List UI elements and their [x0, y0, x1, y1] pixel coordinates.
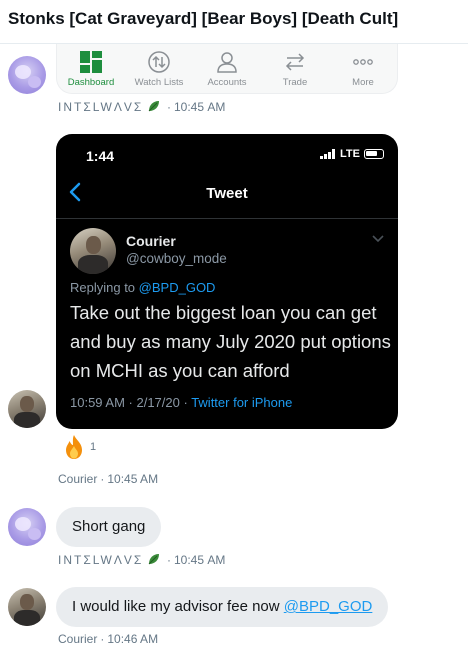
nav-dashboard: Dashboard [57, 50, 125, 88]
message-text: Short gang [72, 518, 146, 535]
reply-prefix: Replying to [70, 280, 136, 295]
nav-trade: Trade [261, 50, 329, 88]
reaction-count: 1 [90, 441, 97, 453]
nav-label: Trade [282, 77, 308, 88]
sender-name[interactable]: Courier [58, 632, 97, 646]
conversation-title: Stonks [Cat Graveyard] [Bear Boys] [Deat… [8, 9, 399, 28]
message-bubble[interactable]: Short gang [56, 507, 162, 547]
image-attachment[interactable]: Dashboard Watch Lists Accounts Trade Mor… [56, 44, 398, 94]
tweet-author-name: Courier [126, 233, 176, 249]
nav-more: More [329, 50, 397, 88]
tweet-timestamp: 10:59 AM · 2/17/20 · [70, 395, 188, 410]
message-time: 10:45 AM [173, 553, 226, 567]
leaf-icon [148, 101, 159, 112]
avatar[interactable] [8, 588, 46, 626]
status-time: 1:44 [86, 148, 115, 164]
status-bar: LTE [320, 148, 384, 160]
message-time: 10:46 AM [107, 632, 159, 646]
network-label: LTE [340, 148, 360, 160]
avatar[interactable] [8, 390, 46, 428]
tweet-author-handle: @cowboy_mode [126, 251, 227, 266]
message-time: 10:45 AM [107, 472, 159, 486]
reply-context: Replying to @BPD_GOD [70, 280, 215, 295]
tweet-screenshot-attachment[interactable]: 1:44 LTE Tweet Courier @cowboy_mode Repl… [56, 134, 398, 429]
sender-name[interactable]: INTΣLWΛVΣ [58, 100, 143, 114]
leaf-icon [148, 554, 159, 565]
reaction-badge[interactable]: 1 [62, 434, 96, 460]
nav-watch-lists: Watch Lists [125, 50, 193, 88]
signal-icon [320, 149, 336, 159]
accounts-icon [217, 52, 237, 73]
message-text: I would like my advisor fee now [72, 598, 280, 615]
watchlist-icon [148, 51, 170, 73]
nav-label: Watch Lists [134, 77, 184, 88]
divider [56, 218, 398, 219]
mention-link[interactable]: @BPD_GOD [284, 598, 373, 615]
message-meta: INTΣLWΛVΣ · 10:45 AM [58, 553, 226, 567]
sender-name[interactable]: INTΣLWΛVΣ [58, 553, 143, 567]
chevron-down-icon [372, 235, 384, 243]
tweet-text: Take out the biggest loan you can get an… [70, 302, 391, 381]
sender-name[interactable]: Courier [58, 472, 97, 486]
conversation-header: Stonks [Cat Graveyard] [Bear Boys] [Deat… [0, 0, 468, 44]
nav-label: Dashboard [67, 77, 115, 88]
avatar[interactable] [8, 508, 46, 546]
nav-label: More [352, 77, 374, 88]
nav-label: Accounts [207, 77, 247, 88]
message-time: 10:45 AM [173, 100, 226, 114]
tweet-source: Twitter for iPhone [191, 395, 293, 410]
nav-accounts: Accounts [193, 50, 261, 88]
avatar[interactable] [8, 56, 46, 94]
reply-mention: @BPD_GOD [138, 280, 216, 295]
message-meta: Courier · 10:45 AM [58, 472, 159, 486]
message-bubble[interactable]: I would like my advisor fee now @BPD_GOD [56, 587, 389, 627]
more-icon [353, 59, 373, 65]
tweet-nav-title: Tweet [206, 185, 248, 202]
dashboard-icon [80, 51, 102, 73]
tweet-footer: 10:59 AM · 2/17/20 · Twitter for iPhone [70, 395, 292, 410]
fire-icon [66, 435, 82, 459]
trade-icon [285, 53, 305, 71]
battery-icon [364, 149, 384, 159]
message-meta: Courier · 10:46 AM [58, 632, 159, 646]
message-meta: INTΣLWΛVΣ · 10:45 AM [58, 100, 226, 114]
tweet-author-avatar [70, 228, 116, 274]
